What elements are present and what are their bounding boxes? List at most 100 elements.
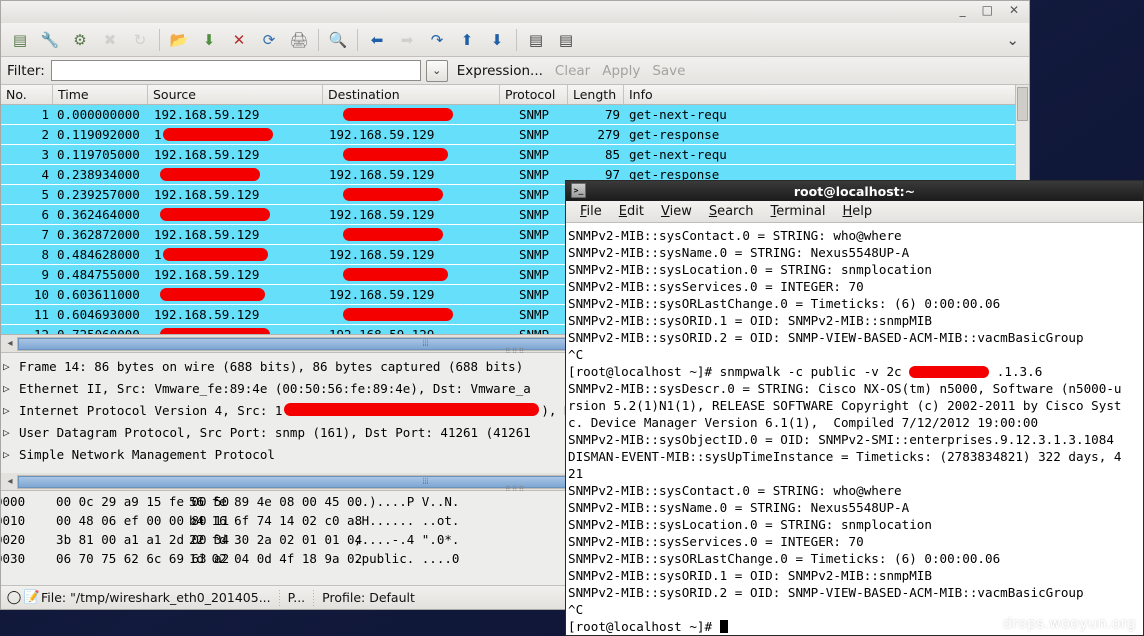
filter-dropdown-icon[interactable]: ⌄: [425, 59, 448, 82]
column-header-length[interactable]: Length: [568, 85, 624, 104]
expand-arrow-icon[interactable]: ▷: [3, 382, 19, 395]
terminal-line: SNMPv2-MIB::sysServices.0 = INTEGER: 70: [568, 278, 1143, 295]
terminal-text: SNMPv2-MIB::sysName.0 = STRING: Nexus554…: [568, 245, 910, 260]
hex-ascii: ;....-.4 ".0*.: [339, 532, 460, 547]
capture-options-icon[interactable]: 🔧: [35, 25, 65, 55]
terminal-line: SNMPv2-MIB::sysName.0 = STRING: Nexus554…: [568, 499, 1143, 516]
terminal-title-text: root@localhost:~: [793, 183, 916, 199]
terminal-text: SNMPv2-MIB::sysContact.0 = STRING: who@w…: [568, 483, 902, 498]
cell-time: 0.604693000: [57, 307, 140, 322]
menu-item-help[interactable]: Help: [842, 204, 872, 219]
toolbar-overflow-icon[interactable]: ⌄: [1006, 31, 1019, 49]
terminal-text: SNMPv2-MIB::sysORID.2 = OID: SNMP-VIEW-B…: [568, 330, 1084, 345]
menu-item-terminal[interactable]: Terminal: [771, 204, 826, 219]
cell-destination: 192.168.59.129: [329, 207, 435, 222]
terminal-menubar: File Edit View Search Terminal Help: [566, 201, 1143, 223]
expert-info-icon[interactable]: ◯: [5, 590, 23, 605]
cell-destination: [323, 147, 500, 162]
terminal-line: SNMPv2-MIB::sysName.0 = STRING: Nexus554…: [568, 244, 1143, 261]
detail-hscroll-left-icon[interactable]: ◂: [3, 476, 17, 487]
minimize-icon[interactable]: _: [960, 3, 966, 17]
terminal-text: SNMPv2-MIB::sysORID.1 = OID: SNMPv2-MIB:…: [568, 313, 932, 328]
redaction-bar: [343, 108, 453, 121]
filter-label: Filter:: [7, 62, 45, 79]
column-header-source[interactable]: Source: [148, 85, 323, 104]
maximize-icon[interactable]: □: [982, 3, 993, 17]
status-separator-2: [313, 589, 315, 606]
expand-arrow-icon[interactable]: ▷: [3, 426, 19, 439]
status-profile-label[interactable]: Profile: Default: [322, 590, 415, 605]
expression-button[interactable]: Expression...: [454, 63, 546, 79]
terminal-text: [root@localhost ~]# snmpwalk -c public -…: [568, 364, 910, 379]
go-to-last-packet-icon[interactable]: ⬇: [482, 25, 512, 55]
cell-destination: [323, 187, 500, 202]
cell-source: 192.168.59.129: [154, 107, 260, 122]
save-filter-button[interactable]: Save: [649, 63, 688, 79]
terminal-line: DISMAN-EVENT-MIB::sysUpTimeInstance = Ti…: [568, 448, 1143, 465]
terminal-output[interactable]: SNMPv2-MIB::sysContact.0 = STRING: who@w…: [566, 223, 1143, 635]
close-file-icon[interactable]: ✕: [224, 25, 254, 55]
table-row[interactable]: 3 0.119705000 192.168.59.129 SNMP 85 get-next…: [1, 145, 1029, 165]
redaction-bar: [343, 308, 453, 321]
menu-item-file[interactable]: File: [580, 204, 602, 219]
save-file-icon[interactable]: ⬇: [194, 25, 224, 55]
column-header-info[interactable]: Info: [624, 85, 1029, 104]
close-icon[interactable]: ✕: [1009, 3, 1019, 17]
print-icon[interactable]: 🖨: [284, 25, 314, 55]
go-to-first-packet-icon[interactable]: ⬆: [452, 25, 482, 55]
cell-protocol: SNMP: [518, 327, 550, 335]
terminal-line: SNMPv2-MIB::sysORID.2 = OID: SNMP-VIEW-B…: [568, 329, 1143, 346]
terminal-text: 21: [568, 466, 584, 481]
status-separator-1: [278, 589, 280, 606]
cell-destination: [323, 307, 500, 322]
terminal-text: SNMPv2-MIB::sysServices.0 = INTEGER: 70: [568, 279, 864, 294]
detail-text: Frame 14: 86 bytes on wire (688 bits), 8…: [19, 358, 524, 374]
cell-info: get-next-requ: [629, 107, 727, 122]
clear-filter-button[interactable]: Clear: [552, 63, 593, 79]
menu-item-search[interactable]: Search: [709, 204, 754, 219]
filter-input[interactable]: [50, 60, 421, 81]
table-row[interactable]: 2 0.119092000 1 192.168.59.129 SNMP 279 get-re…: [1, 125, 1029, 145]
terminal-line: ^C: [568, 346, 1143, 363]
list-interfaces-icon[interactable]: ▤: [5, 25, 35, 55]
find-packet-icon[interactable]: 🔍: [323, 25, 353, 55]
table-row[interactable]: 1 0.000000000 192.168.59.129 SNMP 79 get-next…: [1, 105, 1029, 125]
packet-list-scrollbar-thumb[interactable]: [1017, 87, 1028, 121]
detail-text: Internet Protocol Version 4, Src: 1: [19, 402, 283, 418]
apply-filter-button[interactable]: Apply: [599, 63, 643, 79]
terminal-text: SNMPv2-MIB::sysORLastChange.0 = Timetick…: [568, 551, 1001, 566]
cell-length: 85: [604, 147, 620, 162]
auto-scroll-icon[interactable]: ▤: [551, 25, 581, 55]
terminal-titlebar[interactable]: >_ root@localhost:~: [566, 181, 1143, 201]
column-header-no[interactable]: No.: [1, 85, 53, 104]
cell-source: 192.168.59.129: [154, 227, 260, 242]
cell-time: 0.119092000: [57, 127, 140, 142]
terminal-line: SNMPv2-MIB::sysORLastChange.0 = Timetick…: [568, 550, 1143, 567]
hex-ascii: ..)....P V..N.: [339, 494, 460, 509]
cell-destination: 192.168.59.129: [329, 247, 435, 262]
expand-arrow-icon[interactable]: ▷: [3, 448, 19, 461]
go-to-packet-icon[interactable]: ↷: [422, 25, 452, 55]
reload-file-icon[interactable]: ⟳: [254, 25, 284, 55]
cell-length: 79: [604, 107, 620, 122]
colorize-icon[interactable]: ▤: [521, 25, 551, 55]
expand-arrow-icon[interactable]: ▷: [3, 360, 19, 373]
column-header-protocol[interactable]: Protocol: [500, 85, 568, 104]
hscroll-left-icon[interactable]: ◂: [3, 338, 17, 349]
hex-bytes-first: 00 48 06 ef 00 00 80 11: [41, 513, 230, 528]
column-header-destination[interactable]: Destination: [323, 85, 500, 104]
cell-destination: 192.168.59.129: [329, 327, 435, 335]
cell-time: 0.362464000: [57, 207, 140, 222]
cell-source: [148, 327, 323, 334]
go-back-icon[interactable]: ⬅: [362, 25, 392, 55]
wireshark-titlebar[interactable]: _ □ ✕: [1, 1, 1029, 23]
menu-item-edit[interactable]: Edit: [619, 204, 644, 219]
column-header-time[interactable]: Time: [53, 85, 148, 104]
start-capture-icon[interactable]: ⚙: [65, 25, 95, 55]
terminal-text: SNMPv2-MIB::sysObjectID.0 = OID: SNMPv2-…: [568, 432, 1114, 447]
expand-arrow-icon[interactable]: ▷: [3, 404, 19, 417]
menu-item-view[interactable]: View: [661, 204, 692, 219]
capture-file-properties-icon[interactable]: 📝: [23, 590, 41, 605]
terminal-text: SNMPv2-MIB::sysContact.0 = STRING: who@w…: [568, 228, 902, 243]
open-file-icon[interactable]: 📂: [164, 25, 194, 55]
